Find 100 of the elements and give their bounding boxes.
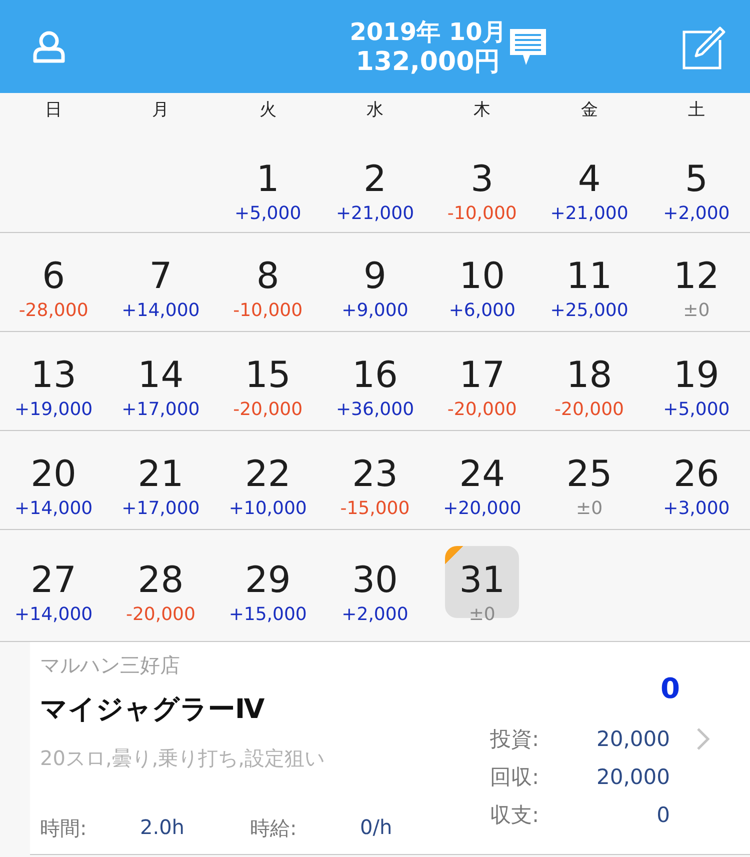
day-cell[interactable]: 19 +5,000 [659, 341, 734, 421]
day-amount: +21,000 [550, 202, 628, 224]
day-number: 1 [256, 160, 280, 198]
stat-label: 投資: [490, 726, 540, 753]
day-cell[interactable]: 28 -20,000 [124, 546, 198, 626]
day-number: 6 [42, 258, 66, 296]
day-cell[interactable]: 20 +14,000 [14, 440, 93, 520]
day-cell[interactable]: 15 -20,000 [230, 341, 305, 421]
day-cell[interactable]: 2 +21,000 [336, 144, 414, 224]
day-amount: -20,000 [447, 399, 517, 421]
day-cell[interactable]: 25 ±0 [552, 440, 626, 520]
day-number: 18 [566, 357, 612, 395]
day-cell[interactable]: 21 +17,000 [122, 440, 200, 520]
day-amount: -20,000 [126, 604, 196, 626]
time-value: 2.0h [140, 815, 186, 841]
day-amount: -20,000 [233, 399, 303, 421]
hourly-label: 時給: [250, 815, 298, 842]
day-cell[interactable]: 27 +14,000 [14, 546, 93, 626]
day-cell[interactable]: 16 +36,000 [336, 341, 414, 421]
day-number: 24 [459, 456, 506, 494]
day-number: 29 [244, 562, 291, 600]
day-cell[interactable]: 30 +2,000 [338, 546, 412, 626]
day-cell[interactable]: 12 ±0 [659, 242, 734, 322]
day-cell[interactable]: 29 +15,000 [228, 546, 307, 626]
day-cell[interactable]: 8 -10,000 [230, 242, 305, 322]
day-cell[interactable]: 31 ±0 [445, 546, 520, 626]
day-amount: +3,000 [663, 498, 730, 520]
day-number: 19 [674, 357, 720, 395]
entry-card[interactable]: マルハン三好店 マイジャグラーⅣ 20スロ,曇り,乗り打ち,設定狙い 時間: 2.0h 時給: 0/h 0 投資: 20,000 回収: 20,000 収支: 0 [30, 642, 750, 855]
day-amount: +25,000 [550, 300, 628, 322]
day-number: 17 [459, 357, 506, 395]
comment-icon[interactable] [508, 26, 548, 66]
day-cell[interactable]: 5 +2,000 [659, 144, 734, 224]
day-cell[interactable]: 24 +20,000 [443, 440, 522, 520]
day-number: 9 [364, 258, 386, 296]
day-number: 4 [578, 160, 601, 198]
day-cell[interactable]: 23 -15,000 [338, 440, 412, 520]
day-cell[interactable]: 4 +21,000 [550, 144, 628, 224]
day-amount: +14,000 [14, 498, 93, 520]
day-number: 31 [459, 562, 506, 600]
day-cell[interactable]: 9 +9,000 [338, 242, 412, 322]
day-amount: -10,000 [233, 300, 303, 322]
entry-tags: 20スロ,曇り,乗り打ち,設定狙い [40, 745, 490, 772]
day-amount: +6,000 [448, 300, 516, 322]
day-cell[interactable]: 6 -28,000 [16, 242, 91, 322]
day-amount: +14,000 [14, 604, 93, 626]
chevron-right-icon [696, 727, 710, 751]
day-amount: +36,000 [336, 399, 414, 421]
weekday-label: 日 [45, 98, 62, 120]
day-cell[interactable]: 26 +3,000 [659, 440, 734, 520]
edit-icon[interactable] [682, 24, 728, 70]
day-cell[interactable]: 10 +6,000 [445, 242, 520, 322]
day-cell[interactable]: 18 -20,000 [552, 341, 626, 421]
day-amount: -20,000 [554, 399, 624, 421]
weekday-label: 土 [688, 98, 705, 120]
day-amount: +20,000 [443, 498, 522, 520]
time-label: 時間: [40, 815, 88, 842]
day-number: 13 [30, 357, 76, 395]
store-name: マルハン三好店 [40, 652, 181, 679]
day-amount: +21,000 [336, 202, 414, 224]
day-number: 25 [566, 456, 612, 494]
day-amount: +19,000 [14, 399, 93, 421]
day-number: 3 [470, 160, 494, 198]
user-icon[interactable] [32, 30, 66, 64]
day-amount: +5,000 [663, 399, 730, 421]
day-amount: -10,000 [447, 202, 517, 224]
day-cell[interactable]: 7 +14,000 [122, 242, 200, 322]
result-value: 0 [660, 672, 680, 705]
day-number: 5 [684, 160, 708, 198]
stat-label: 収支: [490, 802, 540, 829]
day-amount: +9,000 [342, 300, 408, 322]
day-cell[interactable]: 13 +19,000 [14, 341, 93, 421]
weekday-label: 水 [366, 98, 384, 120]
day-number: 27 [30, 562, 76, 600]
day-amount: ±0 [468, 604, 496, 626]
month-total: 132,000円 [356, 46, 500, 76]
weekday-label: 火 [259, 98, 276, 120]
stat-value: 0 [656, 803, 670, 827]
day-cell[interactable]: 22 +10,000 [228, 440, 307, 520]
day-number: 7 [149, 258, 172, 296]
day-number: 8 [256, 258, 280, 296]
day-cell[interactable]: 1 +5,000 [230, 144, 305, 224]
month-title: 2019年 10月 [350, 16, 506, 46]
hourly-value: 0/h [360, 815, 392, 841]
day-cell[interactable]: 3 -10,000 [445, 144, 520, 224]
day-number: 14 [138, 357, 184, 395]
day-number: 16 [352, 357, 398, 395]
day-cell[interactable]: 17 -20,000 [445, 341, 520, 421]
day-amount: +14,000 [122, 300, 200, 322]
weekday-label: 木 [474, 98, 491, 120]
weekday-label: 金 [580, 98, 598, 120]
day-number: 10 [459, 258, 506, 296]
stat-value: 20,000 [596, 727, 670, 751]
day-amount: +10,000 [228, 498, 307, 520]
day-cell[interactable]: 11 +25,000 [550, 242, 628, 322]
day-number: 26 [674, 456, 720, 494]
day-cell[interactable]: 14 +17,000 [122, 341, 200, 421]
day-number: 30 [352, 562, 398, 600]
day-amount: -15,000 [340, 498, 410, 520]
day-number: 23 [352, 456, 398, 494]
